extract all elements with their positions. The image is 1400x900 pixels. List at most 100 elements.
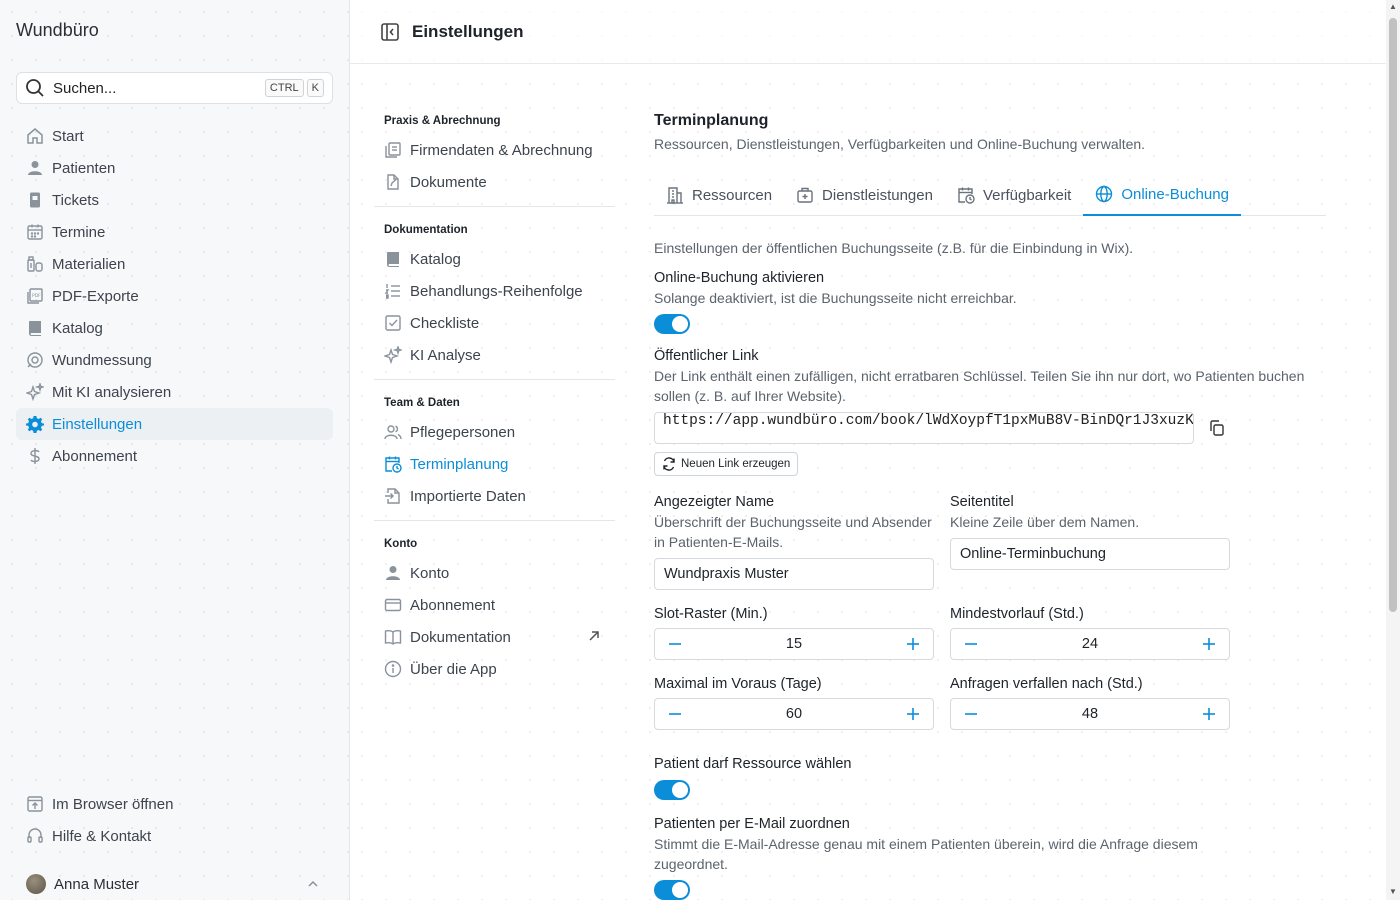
sidebar-item-label: Abonnement <box>52 447 138 465</box>
search-icon <box>25 78 45 98</box>
tab-label: Online-Buchung <box>1121 185 1229 203</box>
sidebar-item-materialien[interactable]: Materialien <box>16 248 333 280</box>
sidebar-item-label: Patienten <box>52 159 116 177</box>
subnav-item-terminplanung[interactable]: Terminplanung <box>374 448 615 480</box>
subnav-item-label: Abonnement <box>410 596 496 614</box>
slot-grid-label: Slot-Raster (Min.) <box>654 606 768 622</box>
subnav-group-title: Dokumentation <box>384 224 468 236</box>
min-lead-value[interactable]: 24 <box>1082 636 1098 652</box>
tab-ressourcen[interactable]: Ressourcen <box>654 174 784 216</box>
minus-icon[interactable] <box>963 706 979 722</box>
choose-resource-toggle[interactable] <box>654 780 690 800</box>
tab-verfuegbarkeit[interactable]: Verfügbarkeit <box>945 174 1083 216</box>
page-title-col: Seitentitel Kleine Zeile über dem Namen.… <box>950 476 1230 590</box>
info-icon <box>384 660 402 678</box>
tab-online-buchung[interactable]: Online-Buchung <box>1083 174 1241 216</box>
divider <box>374 520 615 521</box>
sidebar-item-label: Hilfe & Kontakt <box>52 827 152 845</box>
sidebar-item-label: Katalog <box>52 319 103 337</box>
plus-icon[interactable] <box>905 706 921 722</box>
scrollbar-thumb[interactable] <box>1389 18 1397 612</box>
requests-expire-value[interactable]: 48 <box>1082 706 1098 722</box>
max-ahead-value[interactable]: 60 <box>786 706 802 722</box>
subnav-item-ueber-die-app[interactable]: Über die App <box>374 653 615 685</box>
scroll-up-arrow-icon[interactable]: ▲ <box>1389 3 1397 11</box>
user-menu[interactable]: Anna Muster <box>16 868 333 900</box>
pdf-icon: PDF <box>26 287 44 305</box>
sidebar-item-termine[interactable]: Termine <box>16 216 333 248</box>
subnav-item-checkliste[interactable]: Checkliste <box>374 307 615 339</box>
plus-icon[interactable] <box>905 636 921 652</box>
max-ahead-label: Maximal im Voraus (Tage) <box>654 676 822 692</box>
subnav-item-label: Behandlungs-Reihenfolge <box>410 282 583 300</box>
subnav-item-behandlungs-reihenfolge[interactable]: Behandlungs-Reihenfolge <box>374 275 615 307</box>
email-match-toggle[interactable] <box>654 880 690 900</box>
subnav-item-dokumente[interactable]: Dokumente <box>374 166 615 198</box>
user-icon <box>384 564 402 582</box>
sidebar-item-pdf-exporte[interactable]: PDF PDF-Exporte <box>16 280 333 312</box>
scrollbar[interactable]: ▲ ▼ <box>1386 0 1400 900</box>
regenerate-link-button[interactable]: Neuen Link erzeugen <box>654 452 799 476</box>
slot-grid-value[interactable]: 15 <box>786 636 802 652</box>
display-name-help: Überschrift der Buchungsseite und Absend… <box>654 514 932 550</box>
activate-label: Online-Buchung aktivieren <box>654 270 825 286</box>
copy-icon[interactable] <box>1208 419 1226 437</box>
scroll-down-arrow-icon[interactable]: ▼ <box>1389 888 1397 896</box>
tab-dienstleistungen[interactable]: Dienstleistungen <box>784 174 945 216</box>
tab-label: Dienstleistungen <box>822 186 933 204</box>
settings-subnav: Praxis & Abrechnung Firmendaten & Abrech… <box>374 112 615 685</box>
search-label: Suchen... <box>53 79 117 97</box>
page-title-help: Kleine Zeile über dem Namen. <box>950 514 1140 530</box>
plus-icon[interactable] <box>1201 706 1217 722</box>
svg-text:PDF: PDF <box>32 293 41 299</box>
activate-toggle[interactable] <box>654 314 690 334</box>
subnav-item-pflegepersonen[interactable]: Pflegepersonen <box>374 416 615 448</box>
sidebar-item-ki-analysieren[interactable]: Mit KI analysieren <box>16 376 333 408</box>
requests-expire-label: Anfragen verfallen nach (Std.) <box>950 676 1143 692</box>
app-name: Wundbüro <box>16 20 99 40</box>
file-import-icon <box>384 487 402 505</box>
stepper-row-1: Slot-Raster (Min.) 15 Mindestvorlauf (St… <box>654 590 1326 660</box>
stepper-row-2: Maximal im Voraus (Tage) 60 Anfragen ver… <box>654 660 1326 730</box>
subnav-item-konto[interactable]: Konto <box>374 557 615 589</box>
sidebar-item-im-browser-oeffnen[interactable]: Im Browser öffnen <box>16 788 333 820</box>
sidebar-item-label: Wundmessung <box>52 351 152 369</box>
sidebar-item-start[interactable]: Start <box>16 120 333 152</box>
public-link-field[interactable]: https://app.wundbüro.com/book/lWdXoypfT1… <box>654 412 1194 444</box>
page-title-field[interactable]: Online-Terminbuchung <box>950 538 1230 570</box>
minus-icon[interactable] <box>963 636 979 652</box>
sidebar-item-patienten[interactable]: Patienten <box>16 152 333 184</box>
display-name-col: Angezeigter Name Überschrift der Buchung… <box>654 476 934 590</box>
minus-icon[interactable] <box>667 706 683 722</box>
display-name-label: Angezeigter Name <box>654 494 775 510</box>
minus-icon[interactable] <box>667 636 683 652</box>
search-input[interactable]: Suchen... CTRL K <box>16 72 333 104</box>
subnav-item-katalog[interactable]: Katalog <box>374 243 615 275</box>
sidebar-item-hilfe-kontakt[interactable]: Hilfe & Kontakt <box>16 820 333 852</box>
subnav-group-title: Praxis & Abrechnung <box>384 115 501 127</box>
sidebar-toggle-icon[interactable] <box>380 22 400 42</box>
sidebar-item-tickets[interactable]: Tickets <box>16 184 333 216</box>
subnav-item-importierte-daten[interactable]: Importierte Daten <box>374 480 615 512</box>
sidebar-item-wundmessung[interactable]: Wundmessung <box>16 344 333 376</box>
ticket-icon <box>26 191 44 209</box>
sidebar-item-einstellungen[interactable]: Einstellungen <box>16 408 333 440</box>
tab-label: Ressourcen <box>692 186 773 204</box>
subnav-item-firmendaten[interactable]: Firmendaten & Abrechnung <box>374 134 615 166</box>
subnav-item-label: Dokumentation <box>410 628 511 646</box>
display-name-field[interactable]: Wundpraxis Muster <box>654 558 934 590</box>
tab-bar: Ressourcen Dienstleistungen Verfügbarkei… <box>654 174 1326 216</box>
sidebar-item-abonnement[interactable]: Abonnement <box>16 440 333 472</box>
plus-icon[interactable] <box>1201 636 1217 652</box>
subnav-item-dokumentation[interactable]: Dokumentation <box>374 621 615 653</box>
settings-content: Terminplanung Ressourcen, Dienstleistung… <box>654 112 1326 900</box>
sidebar-item-katalog[interactable]: Katalog <box>16 312 333 344</box>
subnav-item-ki-analyse[interactable]: KI Analyse <box>374 339 615 371</box>
medical-bag-icon <box>796 186 814 204</box>
user-icon <box>26 159 44 177</box>
slot-grid-stepper: 15 <box>654 628 934 660</box>
requests-expire-stepper: 48 <box>950 698 1230 730</box>
subnav-item-abonnement[interactable]: Abonnement <box>374 589 615 621</box>
divider <box>374 379 615 380</box>
book-icon <box>384 250 402 268</box>
